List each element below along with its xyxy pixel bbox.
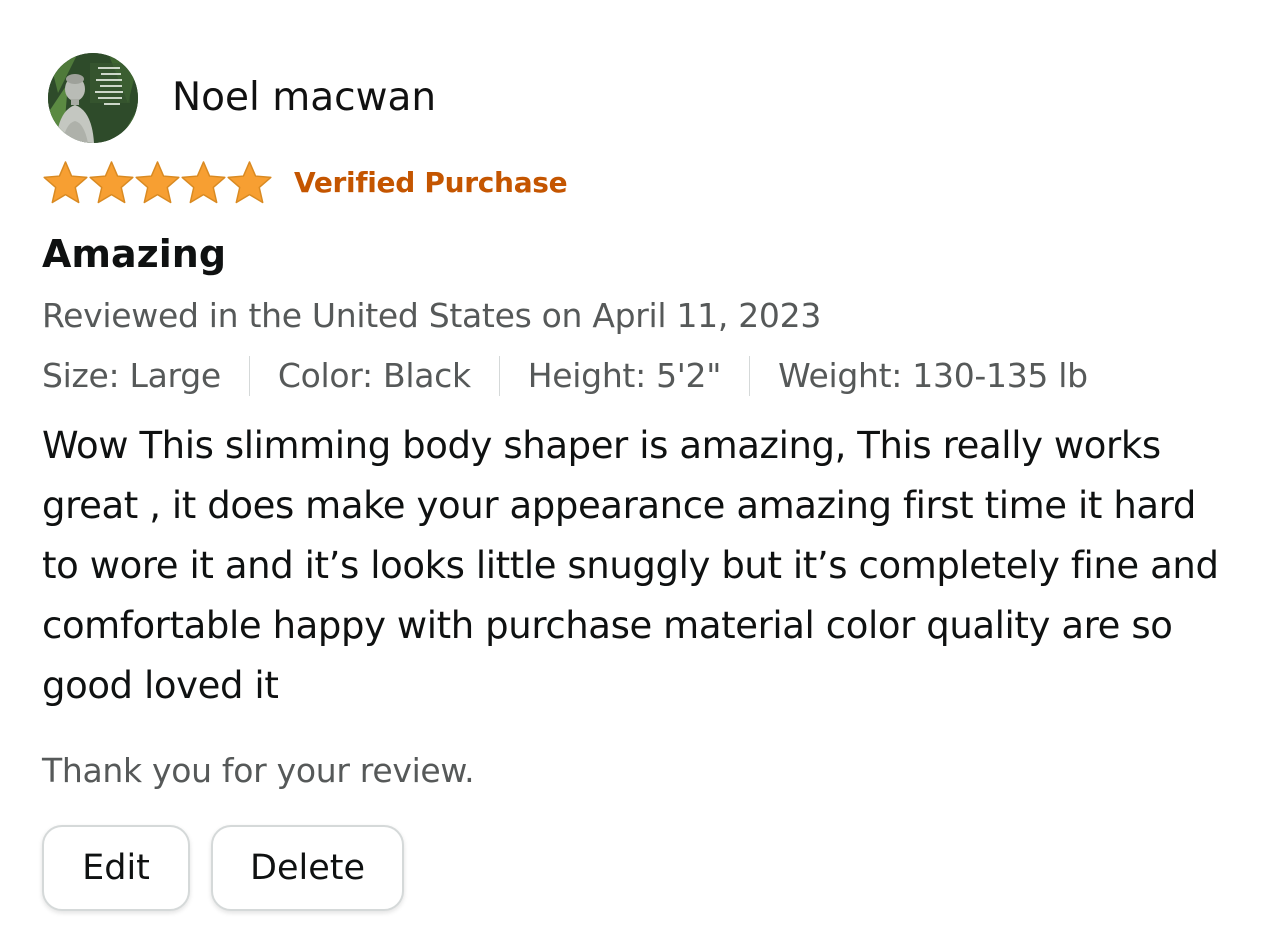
variant-size: Size: Large bbox=[42, 356, 221, 395]
review-card: Noel macwan Verified Purchase Amazing Re… bbox=[0, 0, 1284, 947]
review-title: Amazing bbox=[42, 232, 227, 276]
reviewer-name[interactable]: Noel macwan bbox=[172, 72, 436, 124]
verified-purchase-badge: Verified Purchase bbox=[294, 165, 568, 199]
delete-button[interactable]: Delete bbox=[211, 825, 404, 911]
edit-button[interactable]: Edit bbox=[42, 825, 190, 911]
reviewer-avatar[interactable] bbox=[48, 53, 138, 143]
star-icon bbox=[181, 160, 226, 203]
divider bbox=[248, 356, 250, 396]
review-body: Wow This slimming body shaper is amazing… bbox=[42, 424, 1219, 707]
review-date: Reviewed in the United States on April 1… bbox=[42, 296, 822, 335]
star-rating[interactable] bbox=[42, 160, 272, 205]
buddha-avatar-icon bbox=[48, 53, 138, 143]
star-icon bbox=[43, 160, 88, 203]
star-icon bbox=[89, 160, 134, 203]
variant-weight: Weight: 130-135 lb bbox=[778, 356, 1088, 395]
variant-height: Height: 5'2" bbox=[527, 356, 722, 395]
rating-row: Verified Purchase bbox=[42, 158, 568, 206]
thank-you-message: Thank you for your review. bbox=[42, 751, 475, 790]
star-icon bbox=[135, 160, 180, 203]
variant-color: Color: Black bbox=[277, 356, 471, 395]
product-variant-info: Size: Large Color: Black Height: 5'2" We… bbox=[42, 353, 1088, 399]
star-icon bbox=[227, 160, 272, 203]
divider bbox=[749, 356, 751, 396]
divider bbox=[498, 356, 500, 396]
